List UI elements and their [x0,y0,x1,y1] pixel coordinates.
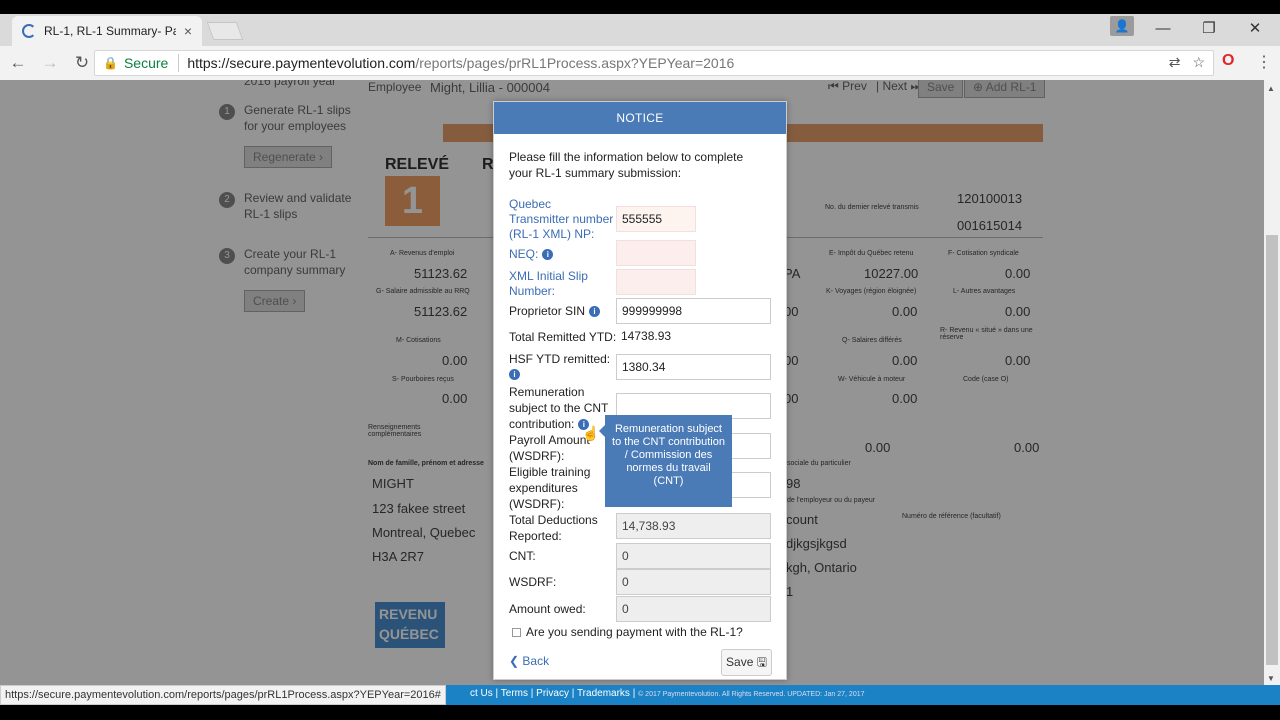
hand-cursor-icon: ☝ [582,425,600,441]
hsf-ytd-input[interactable]: 1380.34 [616,354,771,380]
footer-links: ct Us | Terms | Privacy | Trademarks | ©… [470,688,865,699]
cnt-tooltip: Remuneration subject to the CNT contribu… [599,415,732,507]
modal-intro: Please fill the information below to com… [509,150,744,180]
opera-extension-icon[interactable]: O [1222,52,1234,70]
address-bar[interactable]: 🔒 Secure https://secure.paymentevolution… [94,50,1214,76]
tab-close-icon[interactable]: × [184,23,192,39]
page-scrollbar[interactable]: ▲ ▼ [1264,80,1280,685]
scrollbar-thumb[interactable] [1266,235,1278,665]
total-remitted-label: Total Remitted YTD: [509,330,617,344]
neq-label-text: NEQ: [509,247,539,261]
chevron-left-icon: ❮ [509,654,520,668]
top-black-bar [0,0,1280,14]
total-deductions-value: 14,738.93 [616,513,771,539]
close-window-icon[interactable]: ✕ [1232,16,1278,42]
proprietor-sin-input[interactable]: 999999998 [616,298,771,324]
proprietor-sin-label: Proprietor SIN i [509,304,601,319]
privacy-link[interactable]: Privacy [536,688,569,699]
xml-initial-slip-label: XML Initial Slip Number: [509,269,588,298]
nav-bar: ← → ↻ 🔒 Secure https://secure.paymentevo… [0,46,1280,80]
forward-arrow-icon[interactable]: → [36,53,64,73]
neq-label: NEQ: i [509,247,554,262]
translate-icon[interactable]: ⇄ [1169,54,1181,71]
cnt-label: CNT: [509,549,536,563]
cnt-value: 0 [616,543,771,569]
scroll-up-icon[interactable]: ▲ [1267,84,1275,93]
bottom-black-bar [0,705,1280,720]
back-button[interactable]: ❮ Back [509,654,549,668]
window-controls: — ❐ ✕ [1140,16,1278,42]
proprietor-sin-text: Proprietor SIN [509,304,586,318]
contact-link[interactable]: ct Us [470,688,493,699]
transmitter-number-input[interactable]: 555555 [616,206,696,232]
minimize-icon[interactable]: — [1140,16,1186,42]
paymentevolution-favicon-icon [22,24,36,38]
transmitter-number-label: Quebec Transmitter number (RL-1 XML) NP: [509,197,614,241]
trademarks-link[interactable]: Trademarks [577,688,630,699]
omnibox-icons: ⇄ ☆ [1169,54,1205,71]
browser-chrome: RL-1, RL-1 Summary- Pa × 👤 — ❐ ✕ ← → ↻ 🔒… [0,0,1280,80]
floppy-disk-icon: 🖫 [756,655,767,669]
hsf-ytd-label: HSF YTD remitted: i [509,352,610,382]
amount-owed-value: 0 [616,596,771,622]
wsdrf-label: WSDRF: [509,575,557,589]
back-label: Back [522,654,550,668]
send-payment-label: Are you sending payment with the RL-1? [526,625,743,639]
copyright-text: © 2017 Paymentevolution. All Rights Rese… [638,691,865,698]
modal-title: NOTICE [494,102,786,134]
info-icon[interactable]: i [542,249,554,261]
profile-icon[interactable]: 👤 [1110,16,1134,36]
url-path: /reports/pages/prRL1Process.aspx?YEPYear… [415,55,735,71]
notice-modal: NOTICE Please fill the information below… [493,101,787,680]
send-payment-checkbox[interactable]: Are you sending payment with the RL-1? [512,625,743,639]
total-remitted-value: 14738.93 [616,324,771,350]
total-deductions-label: Total Deductions Reported: [509,513,598,543]
back-arrow-icon[interactable]: ← [4,53,32,73]
new-tab-button[interactable] [206,22,244,40]
lock-icon: 🔒 [103,56,118,70]
url-host: https://secure.paymentevolution.com [187,55,416,71]
info-icon[interactable]: i [589,306,601,318]
save-button[interactable]: Save 🖫 [721,649,772,676]
scroll-down-icon[interactable]: ▼ [1267,674,1275,683]
browser-menu-icon[interactable]: ⋮ [1256,52,1272,72]
info-icon[interactable]: i [509,369,520,381]
save-label: Save [726,655,754,669]
neq-input[interactable] [616,240,696,266]
tab-title: RL-1, RL-1 Summary- Pa [44,24,176,38]
amount-owed-label: Amount owed: [509,602,586,616]
terms-link[interactable]: Terms [501,688,528,699]
restore-icon[interactable]: ❐ [1186,16,1232,42]
wsdrf-value: 0 [616,569,771,595]
secure-label: Secure [123,55,169,71]
status-bar-url: https://secure.paymentevolution.com/repo… [0,685,446,705]
hsf-ytd-text: HSF YTD remitted: [509,352,611,366]
address-separator [178,54,180,72]
xml-initial-slip-input[interactable] [616,269,696,295]
reload-icon[interactable]: ↻ [68,53,96,73]
checkbox-box[interactable] [512,627,521,637]
training-expenditures-label: Eligible training expenditures (WSDRF): [509,465,591,511]
bookmark-star-icon[interactable]: ☆ [1192,54,1205,71]
browser-tab[interactable]: RL-1, RL-1 Summary- Pa × [12,16,202,46]
